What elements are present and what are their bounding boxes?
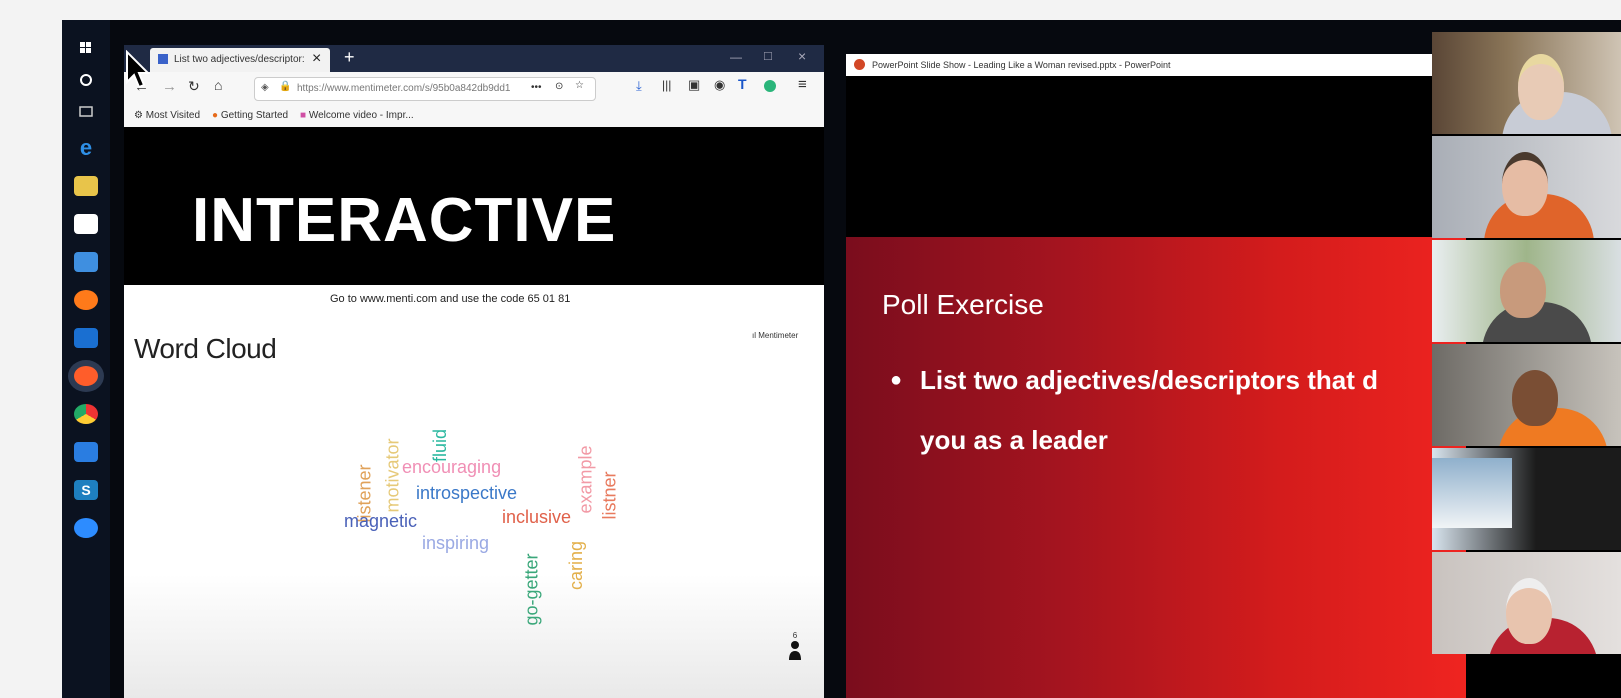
forward-icon[interactable]: → bbox=[162, 78, 177, 95]
start-icon[interactable] bbox=[74, 38, 98, 58]
url-bar[interactable]: ◈ 🔒 https://www.mentimeter.com/s/95b0a84… bbox=[254, 77, 596, 101]
mentimeter-presentation: Go to www.menti.com and use the code 65 … bbox=[124, 285, 824, 698]
word-cloud-word: caring bbox=[566, 540, 587, 591]
participant-video-2[interactable] bbox=[1432, 136, 1621, 238]
reload-icon[interactable]: ↻ bbox=[188, 78, 200, 95]
bookmark-label: Getting Started bbox=[220, 110, 289, 121]
slide-bullet: ● List two adjectives/descriptors that d… bbox=[890, 359, 1378, 461]
bullet-dot: ● bbox=[890, 369, 903, 391]
interactive-banner: INTERACTIVE bbox=[124, 127, 824, 285]
bookmark-welcome-video[interactable]: ■ Welcome video - Impr... bbox=[300, 110, 414, 121]
chrome-icon[interactable] bbox=[74, 404, 98, 424]
outlook-icon[interactable] bbox=[74, 328, 98, 348]
video-participants-panel bbox=[1432, 32, 1621, 698]
zoom-icon[interactable] bbox=[74, 518, 98, 538]
slide-content: Poll Exercise ● List two adjectives/desc… bbox=[846, 237, 1466, 698]
firefox-nav-bar: ← → ↻ ⌂ ◈ 🔒 https://www.mentimeter.com/s… bbox=[124, 72, 824, 105]
file-explorer-icon[interactable] bbox=[74, 176, 98, 196]
participant-video-4[interactable] bbox=[1432, 344, 1621, 446]
mouse-cursor-icon bbox=[126, 50, 150, 89]
menu-icon[interactable]: ≡ bbox=[798, 76, 807, 93]
bookmark-star-icon[interactable]: ☆ bbox=[575, 80, 584, 91]
mail-icon[interactable] bbox=[74, 252, 98, 272]
bookmark-most-visited[interactable]: ⚙ Most Visited bbox=[134, 110, 200, 121]
photos-icon[interactable] bbox=[74, 442, 98, 462]
home-icon[interactable]: ⌂ bbox=[214, 77, 222, 93]
close-window-button[interactable]: × bbox=[798, 48, 806, 64]
browser-tab[interactable]: List two adjectives/descriptor: × bbox=[150, 48, 330, 72]
mentimeter-tab-icon bbox=[158, 54, 168, 64]
bookmarks-toolbar: ⚙ Most Visited ● Getting Started ■ Welco… bbox=[124, 105, 824, 128]
task-view-icon[interactable] bbox=[74, 102, 98, 122]
shield-icon: ◈ bbox=[261, 82, 269, 93]
word-cloud-word: inclusive bbox=[502, 507, 572, 527]
extension-t-icon[interactable]: T bbox=[738, 76, 747, 92]
word-cloud-word: go-getter bbox=[521, 553, 542, 626]
word-cloud-word: motivator bbox=[382, 438, 403, 513]
participant-video-3[interactable] bbox=[1432, 240, 1621, 342]
download-icon[interactable]: ⤓ bbox=[636, 78, 642, 94]
store-icon[interactable] bbox=[74, 214, 98, 234]
page-actions-menu[interactable]: ••• bbox=[531, 82, 542, 93]
word-cloud-word: listner bbox=[599, 471, 620, 520]
sidebar-icon[interactable]: ▣ bbox=[688, 77, 700, 93]
slide-title: Poll Exercise bbox=[882, 289, 1044, 320]
banner-title: INTERACTIVE bbox=[192, 186, 617, 255]
firefox-tab-bar: List two adjectives/descriptor: × + — □ … bbox=[124, 45, 824, 72]
bullet-line-2: you as a leader bbox=[920, 425, 1108, 455]
desktop-screen: e S List two adjectives/descriptor: × + … bbox=[62, 20, 1621, 698]
search-icon[interactable] bbox=[74, 70, 98, 90]
tab-title: List two adjectives/descriptor: bbox=[174, 54, 304, 65]
account-icon[interactable]: ◉ bbox=[714, 77, 725, 93]
bookmark-label: Most Visited bbox=[145, 110, 201, 121]
maximize-button[interactable]: □ bbox=[764, 48, 772, 63]
firefox-active-icon[interactable] bbox=[74, 366, 98, 386]
bookmark-getting-started[interactable]: ● Getting Started bbox=[212, 110, 288, 121]
firefox-window: List two adjectives/descriptor: × + — □ … bbox=[124, 45, 824, 698]
library-icon[interactable]: ||| bbox=[662, 78, 671, 92]
participant-video-6[interactable] bbox=[1432, 552, 1621, 654]
extension-green-icon[interactable] bbox=[764, 80, 776, 92]
powerpoint-window-title: PowerPoint Slide Show - Leading Like a W… bbox=[872, 60, 1171, 70]
word-cloud-word: example bbox=[575, 445, 596, 514]
participant-video-1[interactable] bbox=[1432, 32, 1621, 134]
sway-icon[interactable]: S bbox=[74, 480, 98, 500]
bookmark-label: Welcome video - Impr... bbox=[308, 110, 414, 121]
pocket-icon[interactable]: ⊙ bbox=[555, 81, 563, 92]
lock-icon: 🔒 bbox=[279, 81, 292, 92]
person-icon bbox=[789, 641, 801, 660]
edge-browser-icon[interactable]: e bbox=[74, 137, 98, 159]
minimize-button[interactable]: — bbox=[730, 50, 742, 64]
new-tab-button[interactable]: + bbox=[344, 47, 355, 68]
bullet-line-1: List two adjectives/descriptors that d bbox=[920, 365, 1378, 395]
powerpoint-icon bbox=[854, 59, 865, 70]
participant-count-number: 6 bbox=[792, 631, 798, 640]
participant-video-5[interactable] bbox=[1432, 448, 1621, 550]
powerpoint-title-bar: PowerPoint Slide Show - Leading Like a W… bbox=[846, 54, 1436, 76]
word-cloud-word: introspective bbox=[416, 483, 518, 503]
word-cloud-word: magnetic bbox=[344, 511, 418, 531]
word-cloud: listener motivator fluid example listner enco… bbox=[124, 285, 824, 698]
word-cloud-word: encouraging bbox=[402, 457, 502, 477]
tab-close-icon[interactable]: × bbox=[312, 50, 321, 68]
url-text: https://www.mentimeter.com/s/95b0a842db9… bbox=[297, 83, 511, 94]
word-cloud-word: inspiring bbox=[422, 533, 490, 553]
firefox-icon[interactable] bbox=[74, 290, 98, 310]
participant-count: 6 bbox=[788, 631, 802, 665]
windows-taskbar: e S bbox=[62, 20, 110, 698]
